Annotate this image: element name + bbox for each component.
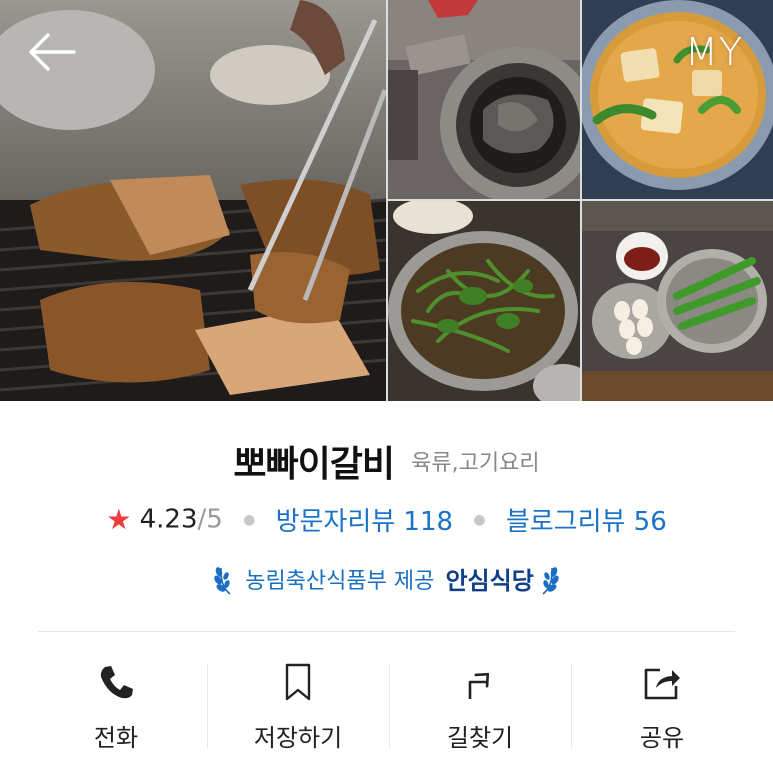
safe-restaurant-badge[interactable]: 농림축산식품부 제공 안심식당 xyxy=(0,561,773,596)
restaurant-category: 육류,고기요리 xyxy=(411,451,540,476)
call-button[interactable]: 전화 xyxy=(25,646,207,756)
save-button[interactable]: 저장하기 xyxy=(207,646,389,756)
action-bar: 전화 저장하기 길찾기 공유 xyxy=(25,646,753,756)
laurel-right-icon xyxy=(542,566,559,595)
bookmark-icon xyxy=(285,663,311,701)
photo-gallery[interactable]: MY xyxy=(0,0,773,401)
share-label: 공유 xyxy=(639,724,685,752)
photo-side-dishes[interactable] xyxy=(582,201,773,401)
restaurant-name: 뽀빠이갈비 xyxy=(233,444,395,485)
arrow-left-icon xyxy=(29,33,76,71)
back-button[interactable] xyxy=(22,22,82,82)
phone-icon xyxy=(100,666,133,699)
photo-charcoal-grill[interactable] xyxy=(388,0,580,199)
my-button[interactable]: MY xyxy=(685,30,743,74)
divider xyxy=(38,631,735,632)
visitor-review-link[interactable]: 방문자리뷰 118 xyxy=(276,507,454,537)
directions-icon xyxy=(468,672,490,699)
directions-button[interactable]: 길찾기 xyxy=(389,646,571,756)
star-icon: ★ xyxy=(106,503,132,536)
rating-row: ★ 4.23/5 ● 방문자리뷰 118 ● 블로그리뷰 56 xyxy=(0,501,773,538)
share-button[interactable]: 공유 xyxy=(571,646,753,756)
photo-stew[interactable] xyxy=(582,0,773,199)
laurel-left-icon xyxy=(214,566,231,595)
call-label: 전화 xyxy=(93,724,139,752)
rating-score: 4.23 xyxy=(139,504,198,535)
title-row: 뽀빠이갈비 육류,고기요리 xyxy=(0,435,773,487)
directions-label: 길찾기 xyxy=(446,724,514,752)
separator-dot: ● xyxy=(473,511,486,528)
save-label: 저장하기 xyxy=(253,724,343,752)
blog-review-link[interactable]: 블로그리뷰 56 xyxy=(506,507,667,537)
share-icon xyxy=(644,668,680,700)
separator-dot: ● xyxy=(243,511,256,528)
badge-title: 안심식당 xyxy=(445,567,534,595)
photo-green-salad[interactable] xyxy=(388,201,580,401)
rating-max: /5 xyxy=(197,504,223,535)
badge-provider: 농림축산식품부 제공 xyxy=(245,568,435,594)
